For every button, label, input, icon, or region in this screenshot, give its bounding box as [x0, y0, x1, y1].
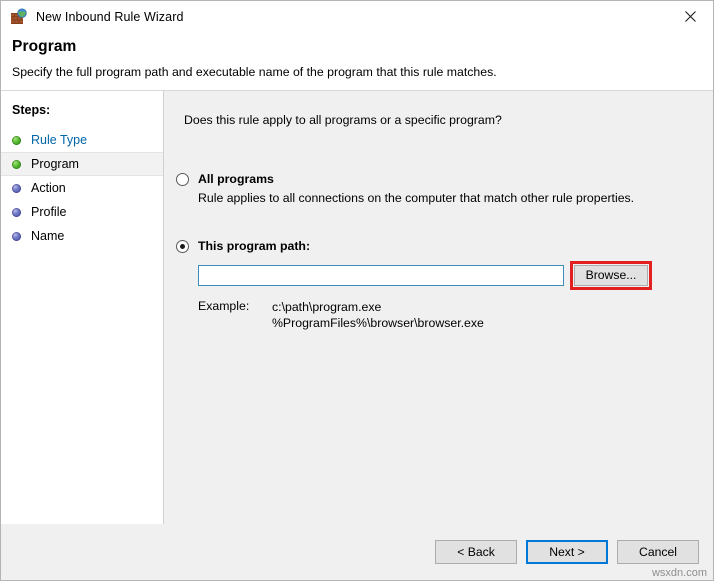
question-text: Does this rule apply to all programs or … [184, 113, 713, 127]
step-bullet-icon [12, 208, 21, 217]
example-path-2: %ProgramFiles%\browser\browser.exe [272, 315, 484, 331]
step-bullet-icon [12, 184, 21, 193]
step-bullet-icon [12, 232, 21, 241]
sidebar-item-rule-type[interactable]: Rule Type [1, 128, 163, 152]
example-row: Example: c:\path\program.exe %ProgramFil… [198, 299, 713, 331]
option-this-program-path-head[interactable]: This program path: [176, 239, 713, 253]
sidebar-item-action[interactable]: Action [1, 176, 163, 200]
program-path-row: Browse... [198, 261, 713, 290]
option-all-programs[interactable]: All programs Rule applies to all connect… [176, 172, 713, 205]
content-panel: Does this rule apply to all programs or … [164, 91, 713, 524]
step-bullet-icon [12, 136, 21, 145]
sidebar-item-label: Program [31, 157, 79, 171]
example-label: Example: [198, 299, 272, 331]
cancel-button[interactable]: Cancel [617, 540, 699, 564]
example-path-1: c:\path\program.exe [272, 299, 484, 315]
browse-button-highlight: Browse... [570, 261, 652, 290]
steps-heading: Steps: [1, 103, 163, 117]
option-this-program-path[interactable]: This program path: Browse... Example: c:… [176, 239, 713, 331]
program-path-input[interactable] [198, 265, 564, 286]
option-all-programs-description: Rule applies to all connections on the c… [198, 191, 713, 205]
option-all-programs-head[interactable]: All programs [176, 172, 713, 186]
sidebar-item-label: Name [31, 229, 64, 243]
sidebar-item-name[interactable]: Name [1, 224, 163, 248]
page-title: Program [12, 38, 702, 56]
body-area: Steps: Rule Type Program Action Profile … [1, 91, 713, 524]
page-subtitle: Specify the full program path and execut… [12, 65, 702, 79]
footer-button-bar: < Back Next > Cancel wsxdn.com [1, 524, 713, 580]
radio-all-programs[interactable] [176, 173, 189, 186]
back-button[interactable]: < Back [435, 540, 517, 564]
sidebar-item-label: Profile [31, 205, 66, 219]
option-all-programs-label: All programs [198, 172, 274, 186]
page-header: Program Specify the full program path an… [1, 32, 713, 91]
browse-button[interactable]: Browse... [574, 265, 648, 286]
option-this-program-path-label: This program path: [198, 239, 310, 253]
next-button[interactable]: Next > [526, 540, 608, 564]
watermark: wsxdn.com [652, 567, 707, 579]
new-inbound-rule-wizard-window: New Inbound Rule Wizard Program Specify … [0, 0, 714, 581]
sidebar-item-profile[interactable]: Profile [1, 200, 163, 224]
title-bar: New Inbound Rule Wizard [1, 1, 713, 32]
sidebar-item-label: Rule Type [31, 133, 87, 147]
window-title: New Inbound Rule Wizard [36, 10, 184, 24]
sidebar-item-label: Action [31, 181, 66, 195]
example-values: c:\path\program.exe %ProgramFiles%\brows… [272, 299, 484, 331]
steps-sidebar: Steps: Rule Type Program Action Profile … [1, 91, 164, 524]
radio-this-program-path[interactable] [176, 240, 189, 253]
sidebar-item-program[interactable]: Program [1, 152, 163, 176]
step-bullet-icon [12, 160, 21, 169]
firewall-globe-icon [10, 8, 28, 26]
close-icon[interactable] [668, 1, 713, 32]
